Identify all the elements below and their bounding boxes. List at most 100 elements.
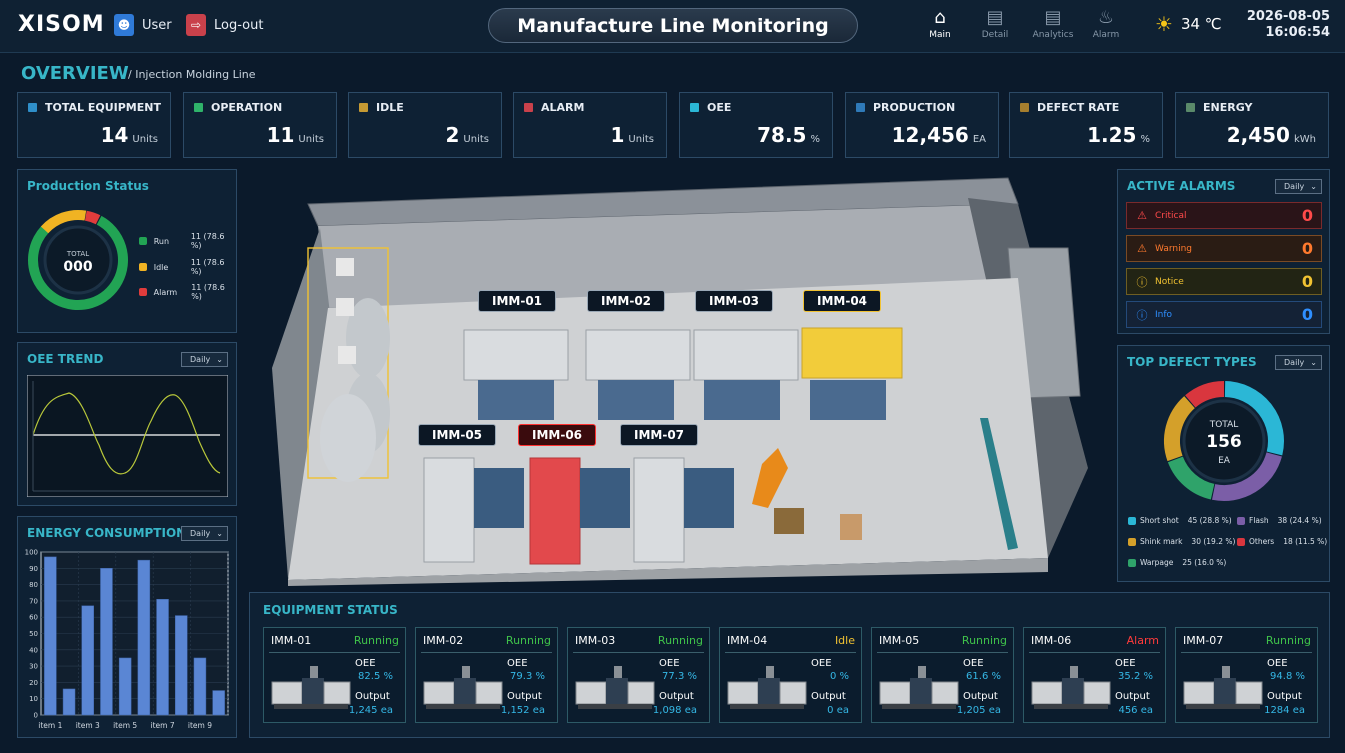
output-value: 1,098 ea (652, 705, 697, 716)
defect-period-dropdown[interactable]: Daily ⌄ (1275, 355, 1322, 370)
tag-imm-02[interactable]: IMM-02 (587, 290, 665, 312)
machine-imm-02[interactable] (585, 329, 691, 381)
oee-label: OEE (659, 658, 680, 669)
machine-base (478, 380, 554, 420)
oee-value: 77.3 % (662, 671, 697, 682)
kpi-value: 2 (445, 123, 460, 147)
alarm-warning[interactable]: ⚠ Warning 0 (1126, 235, 1322, 262)
nav-main[interactable]: ⌂ Main (913, 8, 967, 41)
kpi-oee: OEE 78.5% (679, 92, 833, 158)
equipment-name: IMM-06 (1031, 634, 1072, 647)
legend-swatch (1128, 558, 1136, 567)
machine-imm-01[interactable] (463, 329, 569, 381)
oee-label: OEE (507, 658, 528, 669)
equipment-card-imm-01[interactable]: IMM-01 Running OEE 82.5 % Output 1,245 ea (263, 627, 406, 723)
alarm-label: Info (1155, 309, 1173, 320)
equipment-status: Running (657, 634, 703, 647)
machine-base (810, 380, 886, 420)
equipment-card-imm-06[interactable]: IMM-06 Alarm OEE 35.2 % Output 456 ea (1023, 627, 1166, 723)
machine-imm-03[interactable] (693, 329, 799, 381)
time: 16:06:54 (1265, 25, 1330, 40)
card-divider (421, 652, 552, 653)
energy-bar (118, 657, 132, 716)
defect-legend-shink-mark: Shink mark 30 (19.2 %) (1128, 537, 1235, 546)
legend-label: Others (1249, 537, 1275, 546)
alarm-info[interactable]: ⓘ Info 0 (1126, 301, 1322, 328)
factory-floor-view[interactable] (248, 168, 1110, 588)
equipment-name: IMM-01 (271, 634, 312, 647)
legend-value: 11 (78.6 %) (190, 258, 225, 276)
oee-label: OEE (355, 658, 376, 669)
oee-label: OEE (963, 658, 984, 669)
legend-label: Alarm (153, 287, 178, 297)
equipment-card-imm-02[interactable]: IMM-02 Running OEE 79.3 % Output 1,152 ea (415, 627, 558, 723)
alarm-critical[interactable]: ⚠ Critical 0 (1126, 202, 1322, 229)
energy-period-dropdown[interactable]: Daily ⌄ (181, 526, 228, 541)
alarm-notice[interactable]: ⓘ Notice 0 (1126, 268, 1322, 295)
nav-alarm[interactable]: ♨ Alarm (1079, 8, 1133, 41)
panel-title: ENERGY CONSUMPTION (27, 526, 187, 540)
machine-imm-06[interactable] (529, 457, 581, 565)
oee-period-dropdown[interactable]: Daily ⌄ (181, 352, 228, 367)
tag-imm-04[interactable]: IMM-04 (803, 290, 881, 312)
tag-imm-03[interactable]: IMM-03 (695, 290, 773, 312)
equipment-name: IMM-07 (1183, 634, 1224, 647)
equipment-card-imm-07[interactable]: IMM-07 Running OEE 94.8 % Output 1284 ea (1175, 627, 1318, 723)
energy-bar (156, 599, 169, 716)
nav-analytics[interactable]: ▤ Analytics (1026, 8, 1080, 41)
defect-total-unit: EA (1218, 456, 1230, 466)
machine-thumbnail (879, 666, 959, 709)
machine-thumbnail (1183, 666, 1263, 709)
y-tick-label: 40 (29, 646, 38, 654)
user-button[interactable]: ☻ User (114, 14, 172, 36)
overview-subtitle: / Injection Molding Line (128, 68, 256, 81)
logout-icon: ⇨ (186, 14, 206, 36)
logout-button[interactable]: ⇨ Log-out (186, 14, 263, 36)
machine-image (270, 662, 352, 712)
machine-imm-07[interactable] (633, 457, 685, 563)
output-label: Output (1267, 691, 1302, 702)
energy-bar (44, 556, 57, 716)
y-tick-label: 70 (29, 597, 38, 605)
production-status-panel: Production Status TOTAL 000 Run 11 (78.6… (17, 169, 237, 333)
chevron-down-icon: ⌄ (1310, 182, 1317, 191)
kpi-total-equipment: TOTAL EQUIPMENT 14 Units (17, 92, 171, 158)
oee-label: OEE (1115, 658, 1136, 669)
machine-image (1030, 662, 1112, 712)
y-tick-label: 20 (29, 679, 38, 687)
nav-detail[interactable]: ▤ Detail (968, 8, 1022, 41)
output-label: Output (1115, 691, 1150, 702)
equipment-card-imm-04[interactable]: IMM-04 Idle OEE 0 % Output 0 ea (719, 627, 862, 723)
machine-imm-05[interactable] (423, 457, 475, 563)
tag-imm-01[interactable]: IMM-01 (478, 290, 556, 312)
donut-total-value: 000 (63, 259, 93, 275)
equipment-card-imm-03[interactable]: IMM-03 Running OEE 77.3 % Output 1,098 ea (567, 627, 710, 723)
output-value: 1,245 ea (348, 705, 393, 716)
machine-base (704, 380, 780, 420)
tag-imm-06[interactable]: IMM-06 (518, 424, 596, 446)
legend-value: 45 (28.8 %) (1187, 516, 1232, 525)
machine-imm-04[interactable] (801, 327, 903, 379)
kpi-value: 14 (100, 123, 129, 147)
kpi-dot (524, 103, 533, 112)
output-value: 1,152 ea (500, 705, 545, 716)
logo[interactable]: XISOM (18, 12, 105, 37)
alarm-label: Warning (1155, 243, 1193, 254)
output-label: Output (355, 691, 390, 702)
equipment-card-imm-05[interactable]: IMM-05 Running OEE 61.6 % Output 1,205 ea (871, 627, 1014, 723)
equipment-name: IMM-05 (879, 634, 920, 647)
y-tick-label: 10 (29, 695, 38, 703)
legend-label: Flash (1249, 516, 1269, 525)
x-tick-label: item 3 (76, 721, 100, 730)
machine-image (726, 662, 808, 712)
legend-value: 25 (16.0 %) (1182, 558, 1227, 567)
energy-bar (212, 690, 225, 716)
energy-bar-chart: 0 10 20 30 40 50 60 70 80 90 100 item 1 item 3 item 5… (25, 549, 229, 730)
tag-imm-07[interactable]: IMM-07 (620, 424, 698, 446)
output-value: 0 ea (827, 705, 849, 716)
output-label: Output (507, 691, 542, 702)
sun-icon: ☀ (1155, 12, 1173, 36)
alarm-period-dropdown[interactable]: Daily ⌄ (1275, 179, 1322, 194)
tag-imm-05[interactable]: IMM-05 (418, 424, 496, 446)
kpi-label: TOTAL EQUIPMENT (45, 101, 161, 114)
